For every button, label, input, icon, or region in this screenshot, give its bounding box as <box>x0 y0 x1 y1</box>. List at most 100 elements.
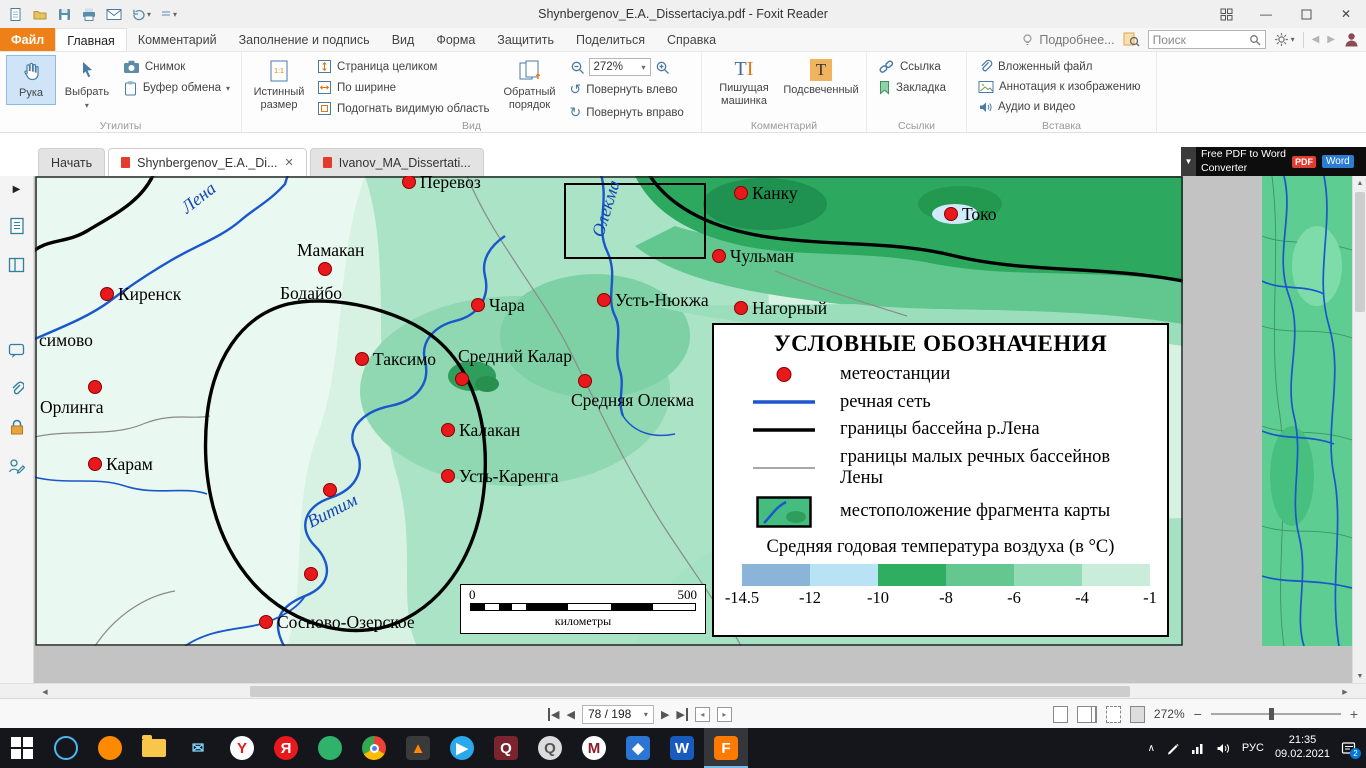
fit-page-button[interactable]: Страница целиком <box>312 57 495 76</box>
image-annotation-button[interactable]: Аннотация к изображению <box>973 78 1146 96</box>
signature-panel-icon[interactable] <box>8 458 25 474</box>
horizontal-scrollbar[interactable]: ◀ ▶ <box>0 683 1366 698</box>
telegram[interactable]: ▶ <box>440 728 484 768</box>
settings-gear-icon[interactable]: ▾ <box>1274 32 1295 47</box>
history-back-icon[interactable]: ◀ <box>1312 34 1320 45</box>
network-icon[interactable] <box>1191 742 1205 754</box>
clipboard-button[interactable]: Буфер обмена ▾ <box>118 78 235 98</box>
search-document-icon[interactable] <box>1123 32 1140 47</box>
zoom-in-icon[interactable] <box>655 60 670 75</box>
q-gray-app[interactable]: Q <box>528 728 572 768</box>
cortana[interactable] <box>44 728 88 768</box>
firefox[interactable] <box>88 728 132 768</box>
next-page-button[interactable]: ▶ <box>661 708 669 721</box>
zoom-level-select[interactable]: 272%▾ <box>589 58 651 76</box>
undo-icon[interactable]: ▾ <box>131 7 151 21</box>
page-number-input[interactable]: 78 / 198▾ <box>582 705 654 724</box>
close-button[interactable]: ✕ <box>1326 0 1366 28</box>
search-input[interactable]: Поиск <box>1148 30 1266 49</box>
language-indicator[interactable]: РУС <box>1242 742 1264 754</box>
rotate-left-button[interactable]: ↺ Повернуть влево <box>565 79 695 100</box>
facing-pages-view-button[interactable] <box>1077 706 1092 723</box>
undo-caret-icon[interactable]: ▾ <box>147 10 151 19</box>
zoom-in-button[interactable]: + <box>1350 706 1358 722</box>
link-button[interactable]: Ссылка <box>873 57 951 76</box>
file-explorer[interactable] <box>132 728 176 768</box>
scroll-down-arrow[interactable]: ▼ <box>1353 669 1366 683</box>
expand-panel-icon[interactable]: ▶ <box>13 184 21 195</box>
audio-video-button[interactable]: Аудио и видео <box>973 98 1146 116</box>
pen-input-icon[interactable] <box>1166 741 1180 755</box>
tab-file[interactable]: Файл <box>0 28 55 51</box>
tab-home[interactable]: Главная <box>55 28 127 51</box>
first-page-button[interactable]: ◀ <box>548 708 559 721</box>
snapshot-button[interactable]: Снимок <box>118 57 235 76</box>
tab-form[interactable]: Форма <box>425 28 486 51</box>
minimize-button[interactable]: — <box>1246 0 1286 28</box>
save-icon[interactable] <box>57 7 72 22</box>
tray-expand-icon[interactable]: ∧ <box>1148 743 1155 754</box>
search-icon[interactable] <box>1249 34 1261 46</box>
doc-tab-start[interactable]: Начать <box>38 148 105 176</box>
q-app[interactable]: Q <box>484 728 528 768</box>
single-page-view-button[interactable] <box>1053 706 1068 723</box>
email-icon[interactable] <box>106 8 122 21</box>
last-page-button[interactable]: ▶ <box>676 708 687 721</box>
previous-view-button[interactable]: ◂ <box>695 707 710 722</box>
layout-grid-icon[interactable] <box>1206 0 1246 28</box>
tab-comment[interactable]: Комментарий <box>127 28 228 51</box>
typewriter-button[interactable]: ТӀ Пишущая машинка <box>708 55 780 111</box>
taskbar-clock[interactable]: 21:35 09.02.2021 <box>1275 734 1330 762</box>
hand-tool-button[interactable]: Рука <box>6 55 56 105</box>
vertical-scroll-thumb[interactable] <box>1355 192 1365 312</box>
attachments-panel-icon[interactable] <box>10 380 24 397</box>
fit-visible-button[interactable]: Подогнать видимую область <box>312 99 495 118</box>
media-app[interactable]: ▲ <box>396 728 440 768</box>
scroll-left-arrow[interactable]: ◀ <box>38 684 52 699</box>
volume-icon[interactable] <box>1216 742 1231 755</box>
layers-panel-icon[interactable] <box>8 257 25 273</box>
pdf-to-word-ad[interactable]: Free PDF to Word Converter PDF Word <box>1196 147 1366 176</box>
tab-list-chevron[interactable]: ▼ <box>1181 147 1196 176</box>
adjacent-page-strip[interactable] <box>1262 176 1352 646</box>
security-panel-icon[interactable] <box>10 419 24 436</box>
zoom-slider[interactable] <box>1211 713 1341 715</box>
vertical-scrollbar[interactable]: ▲ ▼ <box>1352 176 1366 683</box>
tab-help[interactable]: Справка <box>656 28 727 51</box>
open-folder-icon[interactable] <box>32 7 48 22</box>
attachment-button[interactable]: Вложенный файл <box>973 57 1146 76</box>
tab-protect[interactable]: Защитить <box>486 28 565 51</box>
chrome[interactable] <box>352 728 396 768</box>
select-tool-button[interactable]: Выбрать ▾ <box>58 55 116 115</box>
blue-app[interactable]: ◆ <box>616 728 660 768</box>
account-avatar[interactable] <box>1343 31 1360 48</box>
reverse-order-button[interactable]: Обратный порядок <box>497 55 563 115</box>
yandex[interactable]: Y <box>220 728 264 768</box>
fit-view-button[interactable] <box>1130 706 1145 723</box>
tab-view[interactable]: Вид <box>381 28 426 51</box>
tab-fill-sign[interactable]: Заполнение и подпись <box>228 28 381 51</box>
next-view-button[interactable]: ▸ <box>717 707 732 722</box>
zoom-out-icon[interactable] <box>570 60 585 75</box>
fit-width-button[interactable]: По ширине <box>312 78 495 97</box>
tell-me[interactable]: Подробнее... <box>1021 33 1114 47</box>
print-icon[interactable] <box>81 7 97 22</box>
scroll-right-arrow[interactable]: ▶ <box>1338 684 1352 699</box>
start-button[interactable] <box>0 728 44 768</box>
previous-page-button[interactable]: ◀ <box>566 708 574 721</box>
pdf-page[interactable]: ПеревозКанкуТокоМамаканЧульманКиренскЧар… <box>35 176 1183 646</box>
doc-tab-ivanov[interactable]: Ivanov_MA_Dissertati... <box>310 148 484 176</box>
scroll-up-arrow[interactable]: ▲ <box>1353 176 1366 190</box>
actual-size-button[interactable]: 1:1 Истинный размер <box>248 55 310 115</box>
close-tab-icon[interactable]: ✕ <box>285 156 294 169</box>
doc-tab-shynbergenov[interactable]: Shynbergenov_E.A._Di... ✕ <box>108 148 307 176</box>
history-forward-icon[interactable]: ▶ <box>1327 34 1335 45</box>
customize-toolbar-icon[interactable]: ▾ <box>160 8 177 20</box>
tab-share[interactable]: Поделиться <box>565 28 656 51</box>
word[interactable]: W <box>660 728 704 768</box>
mail[interactable]: ✉ <box>176 728 220 768</box>
maximize-button[interactable] <box>1286 0 1326 28</box>
green-app[interactable] <box>308 728 352 768</box>
yandex-browser[interactable]: Я <box>264 728 308 768</box>
action-center-icon[interactable]: 2 <box>1341 741 1356 755</box>
